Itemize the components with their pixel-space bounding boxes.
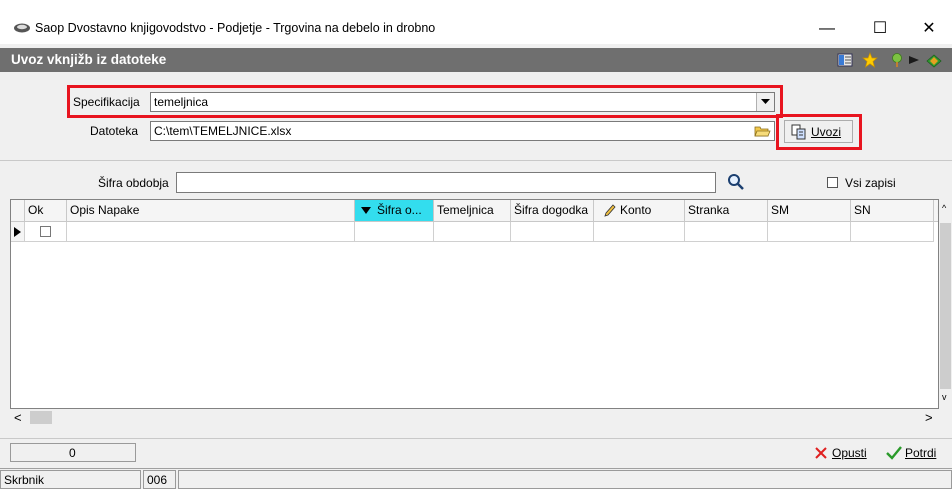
vertical-scrollbar[interactable]: ^ v xyxy=(939,199,952,409)
opusti-label: Opusti xyxy=(832,446,867,460)
col-ok[interactable]: Ok xyxy=(25,200,67,222)
col-stranka[interactable]: Stranka xyxy=(685,200,768,222)
horizontal-scroll-thumb[interactable] xyxy=(30,411,52,424)
datoteka-value: C:\tem\TEMELJNICE.xlsx xyxy=(154,124,292,138)
opusti-button[interactable]: Opusti xyxy=(812,444,874,462)
row-ok-checkbox[interactable] xyxy=(40,226,51,237)
col-sifra-o-label: Šifra o... xyxy=(377,203,422,217)
specifikacija-combobox[interactable]: temeljnica xyxy=(150,92,775,112)
layout-icon[interactable] xyxy=(837,52,853,68)
uvozi-label: Uvozi xyxy=(811,125,842,139)
sifra-obdobja-label: Šifra obdobja xyxy=(98,176,169,190)
scroll-left-icon[interactable]: < xyxy=(14,410,22,425)
vsi-zapisi-label: Vsi zapisi xyxy=(845,176,896,190)
divider-bottom xyxy=(0,438,952,439)
potrdi-label: Potrdi xyxy=(905,446,937,460)
pin-icon[interactable] xyxy=(889,52,905,68)
form-title: Uvoz vknjižb iz datoteke xyxy=(11,52,167,67)
confirm-check-icon xyxy=(886,446,902,460)
vsi-zapisi-checkbox[interactable] xyxy=(827,177,838,188)
current-row-icon xyxy=(14,227,21,237)
cell-sifra-o[interactable] xyxy=(355,222,434,242)
minimize-button[interactable]: — xyxy=(804,14,850,44)
pencil-icon xyxy=(604,204,616,217)
records-grid[interactable]: Ok Opis Napake Šifra o... Temeljnica Šif… xyxy=(10,199,939,409)
cell-sn[interactable] xyxy=(851,222,934,242)
scroll-up-icon[interactable]: ^ xyxy=(942,203,946,213)
divider xyxy=(0,160,952,161)
col-konto[interactable]: Konto xyxy=(594,200,685,222)
record-count: 0 xyxy=(10,443,136,462)
potrdi-button[interactable]: Potrdi xyxy=(884,444,950,462)
cell-sm[interactable] xyxy=(768,222,851,242)
status-code: 006 xyxy=(147,473,168,487)
col-sifra-dogodka[interactable]: Šifra dogodka xyxy=(511,200,594,222)
uvozi-button[interactable]: Uvozi xyxy=(784,120,853,143)
chevron-down-icon xyxy=(761,99,770,104)
sort-desc-icon xyxy=(361,207,371,214)
col-sifra-o[interactable]: Šifra o... xyxy=(355,200,434,222)
grid-header-indicator xyxy=(11,200,25,222)
col-sm[interactable]: SM xyxy=(768,200,851,222)
cell-opis-napake[interactable] xyxy=(67,222,355,242)
arrow-icon[interactable] xyxy=(906,52,922,68)
horizontal-scrollbar[interactable]: < > xyxy=(10,409,939,426)
sifra-obdobja-input[interactable] xyxy=(176,172,716,193)
cell-stranka[interactable] xyxy=(685,222,768,242)
specifikacija-label: Specifikacija xyxy=(73,95,140,109)
vertical-scroll-thumb[interactable] xyxy=(940,223,951,389)
app-logo-icon xyxy=(14,23,30,33)
col-sn[interactable]: SN xyxy=(851,200,934,222)
cell-sifra-dogodka[interactable] xyxy=(511,222,594,242)
status-user: Skrbnik xyxy=(4,473,45,487)
status-message-cell xyxy=(178,470,952,489)
cell-ok[interactable] xyxy=(25,222,67,242)
maximize-button[interactable]: ☐ xyxy=(857,14,903,44)
status-user-cell: Skrbnik xyxy=(0,470,141,489)
scroll-down-icon[interactable]: v xyxy=(942,392,947,402)
search-icon[interactable] xyxy=(727,173,745,191)
specifikacija-value: temeljnica xyxy=(154,95,209,109)
import-icon xyxy=(791,124,806,140)
col-opis-napake[interactable]: Opis Napake xyxy=(67,200,355,222)
dropdown-button[interactable] xyxy=(756,93,774,111)
cell-temeljnica[interactable] xyxy=(434,222,511,242)
open-folder-icon[interactable] xyxy=(754,124,771,138)
col-temeljnica[interactable]: Temeljnica xyxy=(434,200,511,222)
cell-konto[interactable] xyxy=(594,222,685,242)
datoteka-field[interactable]: C:\tem\TEMELJNICE.xlsx xyxy=(150,121,775,141)
datoteka-label: Datoteka xyxy=(90,124,139,138)
scroll-right-icon[interactable]: > xyxy=(925,410,933,425)
row-indicator xyxy=(11,222,25,242)
close-button[interactable]: ✕ xyxy=(906,14,952,44)
record-count-value: 0 xyxy=(69,446,76,460)
window-title: Saop Dvostavno knjigovodstvo - Podjetje … xyxy=(35,21,436,35)
cancel-icon xyxy=(815,447,827,459)
star-icon[interactable] xyxy=(862,52,878,68)
col-konto-label: Konto xyxy=(620,203,652,217)
exit-icon[interactable] xyxy=(926,52,942,68)
status-code-cell: 006 xyxy=(143,470,176,489)
